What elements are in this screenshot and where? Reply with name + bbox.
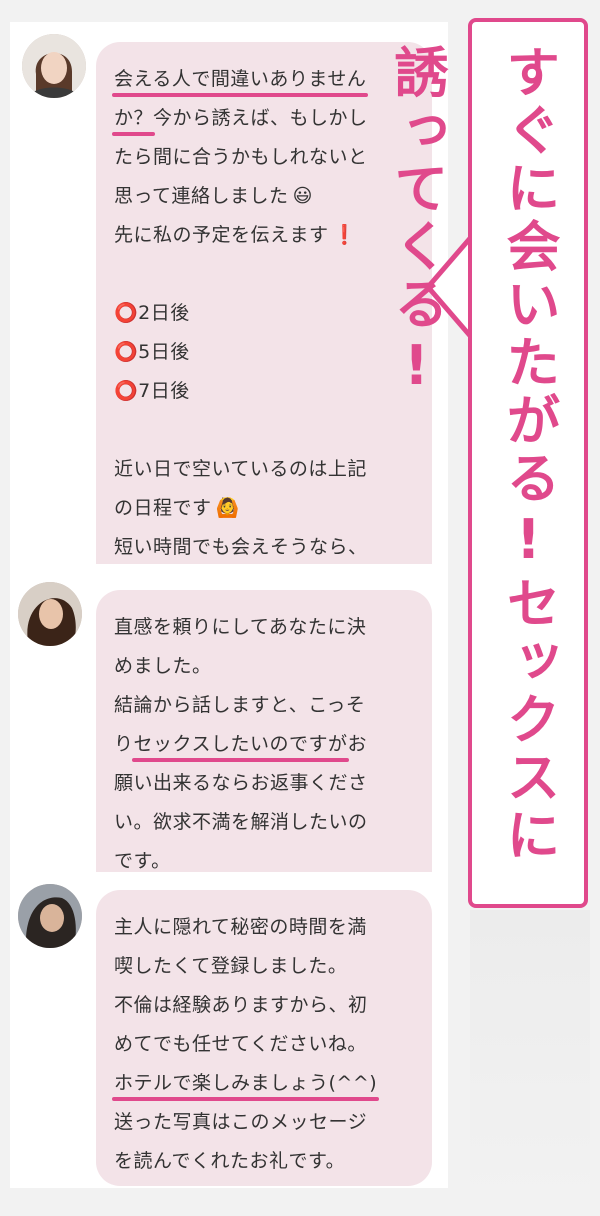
highlighted-text: 会える人で間違いありません	[111, 60, 369, 99]
message-line: 直感を頼りにしてあなたに決	[114, 616, 367, 638]
avatar[interactable]	[18, 884, 82, 948]
message-text: 7日後	[138, 380, 190, 402]
message-text: の日程です	[114, 497, 212, 519]
avatar[interactable]	[22, 34, 86, 98]
highlighted-text: か？	[111, 99, 156, 138]
message-line: 結論から話しますと、こっそ	[114, 694, 366, 716]
message-line: ホテルで楽しみましょう(^^)	[111, 1064, 424, 1103]
callout-shadow	[470, 910, 590, 1210]
message-line: い。欲求不満を解消したいの	[114, 811, 368, 833]
circle-emoji-icon: ⭕	[114, 380, 139, 402]
callout-box: すぐに会いたがる!セックスに誘ってくる!	[385, 18, 588, 908]
message-line: 喫したくて登録しました。	[114, 955, 348, 977]
person-gesture-emoji-icon: 🙆	[215, 497, 240, 519]
message-line: 願い出来るならお返事くださ	[114, 772, 368, 794]
message-line: です。	[114, 850, 171, 872]
message-line: 不倫は経験ありますから、初	[114, 994, 368, 1016]
highlighted-text: セックスしたいのですが	[131, 725, 350, 764]
message-line: の日程です 🙆	[114, 489, 424, 528]
message-line: 短い時間でも会えそうなら、	[114, 536, 368, 558]
message-line: りセックスしたいのですがお	[114, 725, 424, 764]
message-bubble: 主人に隠れて秘密の時間を満 喫したくて登録しました。 不倫は経験ありますから、初…	[96, 890, 432, 1186]
message-line: を読んでくれたお礼です。	[114, 1150, 346, 1172]
message-bubble: 直感を頼りにしてあなたに決 めました。 結論から話しますと、こっそ りセックスし…	[96, 590, 432, 872]
message-line: 主人に隠れて秘密の時間を満	[114, 916, 367, 938]
callout-text: すぐに会いたがる!セックスに誘ってくる!	[385, 44, 560, 865]
message-text: 思って連絡しました	[114, 185, 289, 207]
exclamation-emoji-icon: ❗	[332, 224, 357, 246]
message-text: 5日後	[138, 341, 190, 363]
smiley-emoji-icon: 😃	[292, 185, 313, 207]
message-line: めました。	[114, 655, 212, 677]
message-line: めてでも任せてくださいね。	[114, 1033, 367, 1055]
circle-emoji-icon: ⭕	[114, 341, 139, 363]
message-line: 送った写真はこのメッセージ	[114, 1111, 368, 1133]
message-text: り	[114, 733, 134, 755]
message-text: 先に私の予定を伝えます	[114, 224, 329, 246]
message-text: 今から誘えば、もしかし	[153, 107, 368, 129]
avatar[interactable]	[18, 582, 82, 646]
circle-emoji-icon: ⭕	[114, 302, 139, 324]
highlighted-text: ホテルで楽しみましょう(^^)	[111, 1064, 380, 1103]
message-line: 近い日で空いているのは上記	[114, 458, 367, 480]
message-text: 2日後	[138, 302, 190, 324]
message-text: お	[347, 733, 367, 755]
